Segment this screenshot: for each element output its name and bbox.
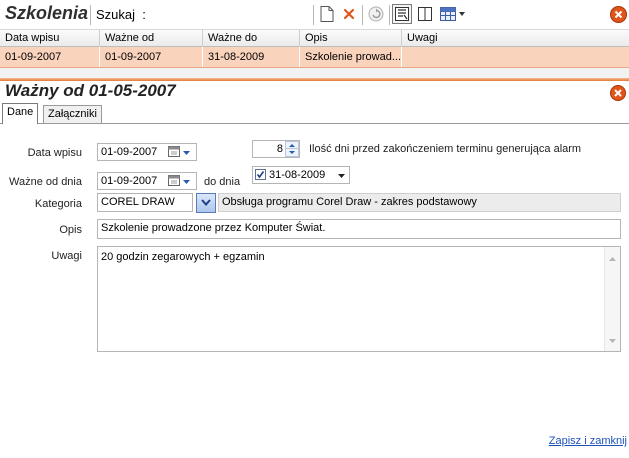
toolbar-separator bbox=[389, 5, 390, 25]
chevron-down-icon bbox=[338, 169, 345, 181]
search-label: Szukaj : bbox=[96, 7, 146, 22]
save-and-close-link[interactable]: Zapisz i zamknij bbox=[549, 435, 627, 447]
checkmark-icon bbox=[256, 170, 265, 179]
alarm-days-value: 8 bbox=[276, 143, 283, 155]
do-dnia-checkbox[interactable] bbox=[255, 169, 266, 180]
tab-zalaczniki[interactable]: Załączniki bbox=[43, 105, 102, 124]
kategoria-description: Obsługa programu Corel Draw - zakres pod… bbox=[218, 193, 621, 212]
close-icon bbox=[610, 6, 627, 26]
do-dnia-value: 31-08-2009 bbox=[269, 169, 326, 181]
table-row[interactable]: 01-09-2007 01-09-2007 31-08-2009 Szkolen… bbox=[0, 47, 629, 68]
tab-divider bbox=[0, 123, 629, 124]
columns-menu-button[interactable] bbox=[438, 4, 466, 24]
close-detail-button[interactable] bbox=[610, 85, 626, 101]
detail-title: Ważny od 01-05-2007 bbox=[5, 81, 176, 100]
kategoria-dropdown-button[interactable] bbox=[196, 193, 216, 213]
chevron-down-icon bbox=[183, 175, 190, 187]
delete-x-icon bbox=[343, 8, 355, 20]
grid-header: Data wpisu Ważne od Ważne do Opis Uwagi bbox=[0, 30, 629, 47]
column-header[interactable]: Ważne od bbox=[100, 30, 203, 47]
stepper-buttons[interactable] bbox=[285, 141, 299, 157]
uwagi-value: 20 godzin zegarowych + egzamin bbox=[101, 251, 265, 263]
kategoria-label: Kategoria bbox=[34, 198, 82, 210]
close-button[interactable] bbox=[610, 6, 627, 23]
tab-strip: Dane Załączniki bbox=[0, 103, 629, 124]
wazne-od-value: 01-09-2007 bbox=[101, 175, 158, 187]
toolbar-separator bbox=[313, 5, 314, 25]
wazne-od-label: Ważne od dnia bbox=[9, 176, 82, 188]
chevron-down-icon bbox=[183, 146, 190, 158]
alarm-note: Ilość dni przed zakończeniem terminu gen… bbox=[309, 143, 582, 155]
do-dnia-dropdown[interactable] bbox=[338, 166, 345, 184]
chevron-down-icon bbox=[285, 149, 299, 157]
toolbar-separator bbox=[90, 5, 91, 25]
scroll-up-icon[interactable] bbox=[609, 252, 616, 264]
new-document-icon bbox=[320, 6, 334, 22]
uwagi-textarea[interactable]: 20 godzin zegarowych + egzamin bbox=[97, 246, 621, 352]
refresh-icon bbox=[368, 6, 384, 22]
app-title: Szkolenia bbox=[5, 3, 89, 23]
table-cell: 31-08-2009 bbox=[203, 47, 300, 67]
column-header[interactable]: Uwagi bbox=[402, 30, 629, 47]
search-input[interactable] bbox=[158, 4, 312, 25]
chevron-down-icon bbox=[458, 12, 465, 16]
split-view-icon bbox=[418, 7, 432, 21]
chevron-down-icon bbox=[201, 197, 211, 209]
chevron-up-icon bbox=[285, 141, 299, 149]
do-dnia-field[interactable]: 31-08-2009 bbox=[252, 166, 350, 184]
date-picker-button[interactable] bbox=[168, 143, 190, 161]
report-button[interactable] bbox=[392, 4, 412, 24]
kategoria-field[interactable]: COREL DRAW bbox=[97, 193, 193, 212]
table-cell: 01-09-2007 bbox=[0, 47, 100, 67]
date-picker-button[interactable] bbox=[168, 172, 190, 190]
column-header[interactable]: Ważne do bbox=[203, 30, 300, 47]
opis-field[interactable]: Szkolenie prowadzone przez Komputer Świa… bbox=[97, 219, 621, 239]
tab-dane[interactable]: Dane bbox=[2, 103, 39, 124]
table-cell: Szkolenie prowad... bbox=[300, 47, 402, 67]
toolbar: Szkolenia Szukaj : bbox=[0, 0, 629, 30]
vertical-scrollbar[interactable] bbox=[604, 247, 620, 351]
calendar-icon bbox=[168, 145, 180, 160]
report-icon bbox=[395, 7, 409, 21]
scroll-down-icon[interactable] bbox=[609, 334, 616, 346]
kategoria-value: COREL DRAW bbox=[101, 196, 175, 208]
calendar-icon bbox=[168, 174, 180, 189]
split-view-button[interactable] bbox=[415, 4, 435, 24]
data-wpisu-label: Data wpisu bbox=[27, 147, 82, 159]
uwagi-label: Uwagi bbox=[51, 250, 82, 262]
delete-button[interactable] bbox=[339, 4, 359, 24]
records-grid: Data wpisu Ważne od Ważne do Opis Uwagi … bbox=[0, 30, 629, 78]
opis-label: Opis bbox=[59, 224, 82, 236]
new-document-button[interactable] bbox=[317, 4, 337, 24]
refresh-button[interactable] bbox=[366, 4, 386, 24]
data-wpisu-value: 01-09-2007 bbox=[101, 146, 158, 158]
opis-value: Szkolenie prowadzone przez Komputer Świa… bbox=[101, 222, 326, 234]
do-dnia-label: do dnia bbox=[204, 176, 241, 188]
grid-empty-area bbox=[0, 68, 629, 78]
table-icon bbox=[439, 7, 456, 21]
toolbar-separator bbox=[362, 5, 363, 25]
column-header[interactable]: Data wpisu bbox=[0, 30, 100, 47]
table-cell: 01-09-2007 bbox=[100, 47, 203, 67]
table-cell bbox=[402, 47, 629, 67]
column-header[interactable]: Opis bbox=[300, 30, 402, 47]
